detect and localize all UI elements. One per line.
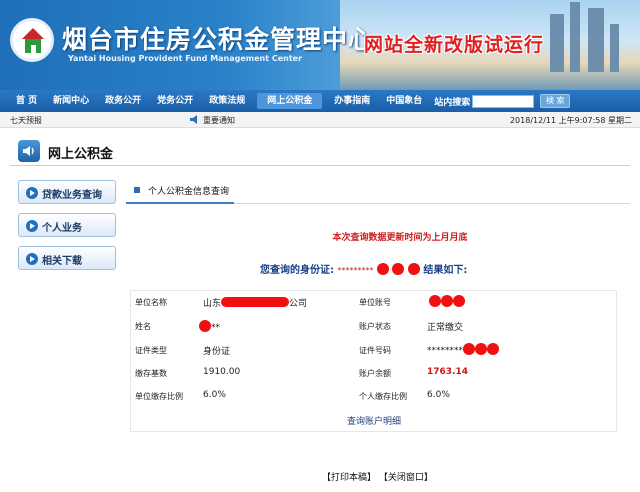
value-id-number: ******** <box>427 343 499 356</box>
sidebar-item-loan-query[interactable]: 贷款业务查询 <box>18 180 116 204</box>
value-personal-ratio: 6.0% <box>427 390 450 400</box>
close-window-button[interactable]: 【关闭窗口】 <box>379 473 433 483</box>
site-title: 烟台市住房公积金管理中心 <box>62 25 375 54</box>
header-banner: 烟台市住房公积金管理中心 Yantai Housing Provident Fu… <box>0 0 640 90</box>
arrow-right-icon <box>26 253 38 265</box>
query-id-line: 您查询的身份证: ********* 结果如下: <box>260 261 467 276</box>
value-account-status: 正常缴交 <box>427 323 464 333</box>
main-nav: 首 页 新闻中心 政务公开 党务公开 政策法规 网上公积金 办事指南 中国象台 … <box>0 90 640 112</box>
redaction-mark <box>441 295 453 307</box>
value-unit-ratio: 6.0% <box>203 390 226 400</box>
important-notice[interactable]: 重要通知 <box>190 115 235 126</box>
tab-bullet-icon <box>134 187 140 193</box>
redaction-mark <box>199 320 211 332</box>
masked-id: ********* <box>337 266 374 275</box>
redaction-mark <box>453 295 465 307</box>
label-id-number: 证件号码 <box>359 346 391 355</box>
redaction-mark <box>392 263 405 275</box>
label-id-type: 证件类型 <box>135 346 167 355</box>
section-title: 网上公积金 <box>48 147 114 162</box>
search-button[interactable]: 検 索 <box>540 94 571 108</box>
data-update-note: 本次查询数据更新时间为上月月底 <box>332 233 468 243</box>
redaction-mark <box>475 343 487 355</box>
tab-divider <box>234 203 630 204</box>
label-account-balance: 账户余额 <box>359 369 391 378</box>
nav-policy[interactable]: 政策法规 <box>201 90 253 112</box>
label-deposit-base: 缴存基数 <box>135 369 167 378</box>
nav-party[interactable]: 党务公开 <box>149 90 201 112</box>
value-id-type: 身份证 <box>203 347 231 357</box>
nav-news[interactable]: 新闻中心 <box>45 90 97 112</box>
logo-icon <box>10 18 54 62</box>
label-unit-name: 单位名称 <box>135 298 167 307</box>
info-bar: 七天预报 重要通知 2018/12/11 上午9:07:58 星期二 <box>0 112 640 128</box>
account-detail-link[interactable]: 查询账户明细 <box>347 414 401 427</box>
redaction-mark <box>429 295 441 307</box>
arrow-right-icon <box>26 220 38 232</box>
nav-government[interactable]: 政务公开 <box>97 90 149 112</box>
value-deposit-base: 1910.00 <box>203 367 241 377</box>
label-personal-ratio: 个人缴存比例 <box>359 392 407 401</box>
redaction-mark <box>407 263 420 275</box>
label-unit-ratio: 单位缴存比例 <box>135 392 183 401</box>
datetime: 2018/12/11 上午9:07:58 星期二 <box>509 116 632 125</box>
label-unit-account: 单位账号 <box>359 298 391 307</box>
page-actions: 【打印本稿】 【关闭窗口】 <box>322 470 433 483</box>
value-unit-account <box>429 295 465 308</box>
nav-guide[interactable]: 办事指南 <box>326 90 378 112</box>
sidebar-item-downloads[interactable]: 相关下载 <box>18 246 116 270</box>
sidebar-item-label: 贷款业务查询 <box>42 190 102 201</box>
site-search-label: 站内搜索 <box>434 97 471 108</box>
query-suffix: 结果如下: <box>423 265 468 276</box>
value-unit-name: 山东 公司 <box>203 297 308 309</box>
redaction-bar <box>221 297 290 307</box>
sidebar-item-personal[interactable]: 个人业务 <box>18 213 116 237</box>
speaker-icon <box>190 115 197 124</box>
nav-online-fund[interactable]: 网上公积金 <box>257 93 323 109</box>
sidebar-item-label: 个人业务 <box>42 223 82 234</box>
query-prefix: 您查询的身份证: <box>260 265 334 276</box>
label-account-status: 账户状态 <box>359 322 391 331</box>
print-button[interactable]: 【打印本稿】 <box>322 473 376 483</box>
arrow-right-icon <box>26 187 38 199</box>
tab-personal-fund-query[interactable]: 个人公积金信息查询 <box>126 178 234 204</box>
value-name: ** <box>199 320 220 333</box>
nav-home[interactable]: 首 页 <box>8 90 45 112</box>
weather-forecast-link[interactable]: 七天预报 <box>10 115 42 126</box>
section-header: 网上公积金 <box>10 138 630 166</box>
fund-info-table: 单位名称 山东 公司 单位账号 姓名 ** 账户状态 正常缴交 证件类型 身份证 … <box>130 290 617 432</box>
trial-notice: 网站全新改版试运行 <box>364 34 545 56</box>
redaction-mark <box>376 263 389 275</box>
sidebar-item-label: 相关下载 <box>42 256 82 267</box>
notice-label: 重要通知 <box>203 116 235 125</box>
tab-label: 个人公积金信息查询 <box>148 187 230 197</box>
value-account-balance: 1763.14 <box>427 367 468 377</box>
speaker-icon <box>18 140 40 162</box>
site-subtitle: Yantai Housing Provident Fund Management… <box>68 54 303 63</box>
redaction-mark <box>463 343 475 355</box>
label-name: 姓名 <box>135 322 151 331</box>
search-input[interactable] <box>472 94 535 108</box>
nav-china[interactable]: 中国象台 <box>378 90 430 112</box>
redaction-mark <box>487 343 499 355</box>
